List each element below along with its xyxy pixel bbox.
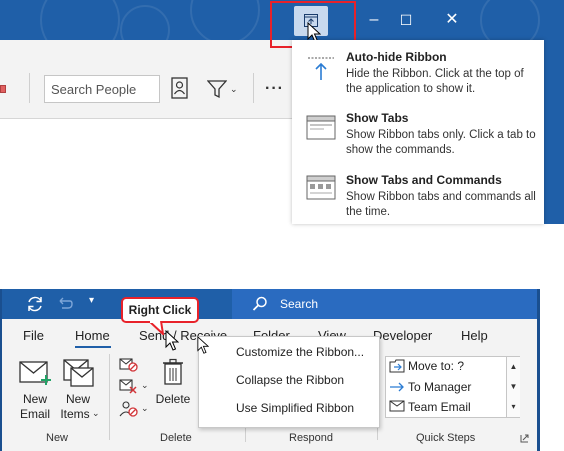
ignore-icon[interactable] xyxy=(119,356,139,372)
show-tabs-and-commands-title: Show Tabs and Commands xyxy=(346,173,502,187)
send-receive-icon[interactable] xyxy=(25,294,45,314)
trash-icon xyxy=(163,358,183,385)
new-email-label-line2: Email xyxy=(19,407,50,421)
new-group-label: New xyxy=(46,432,69,444)
tab-home[interactable]: Home xyxy=(75,328,110,343)
quick-step-label: To Manager xyxy=(408,380,472,394)
junk-icon[interactable] xyxy=(119,400,139,418)
filter-icon[interactable] xyxy=(207,79,227,99)
forward-arrow-icon xyxy=(390,382,404,392)
search-people-input[interactable]: Search People xyxy=(44,75,160,103)
active-tab-indicator xyxy=(75,346,111,348)
mouse-pointer-icon xyxy=(197,336,209,354)
toolbar-separator xyxy=(253,73,254,103)
delete-label: Delete xyxy=(155,392,191,406)
new-email-icon xyxy=(19,361,51,385)
quick-step-label: Team Email xyxy=(408,400,471,414)
show-tabs-description: Show Ribbon tabs only. Click a tab to sh… xyxy=(346,129,536,156)
gallery-scroll-up-button[interactable]: ▲ xyxy=(506,357,520,377)
chevron-down-icon[interactable]: ⌄ xyxy=(141,380,149,391)
new-email-label-line1: New xyxy=(22,392,47,406)
chevron-down-icon: ⌄ xyxy=(92,408,100,418)
dialog-launcher-icon[interactable] xyxy=(520,434,529,443)
minimize-button[interactable]: – xyxy=(359,6,389,34)
clean-up-icon[interactable] xyxy=(119,378,139,394)
new-items-label-line2: Items xyxy=(60,407,90,421)
delete-group-label: Delete xyxy=(160,432,192,444)
auto-hide-ribbon-description: Hide the Ribbon. Click at the top of the… xyxy=(346,68,524,95)
more-options-icon[interactable]: ··· xyxy=(265,80,284,98)
new-items-icon xyxy=(63,359,94,387)
search-bar[interactable] xyxy=(232,289,537,319)
search-label: Search xyxy=(280,297,319,311)
search-icon[interactable] xyxy=(252,296,268,312)
window-edge xyxy=(537,289,540,451)
minimize-icon: – xyxy=(369,11,379,28)
group-separator xyxy=(109,354,110,440)
menu-item-use-simplified-ribbon[interactable]: Use Simplified Ribbon xyxy=(236,401,354,415)
window-edge xyxy=(544,40,564,224)
gallery-scroll-down-button[interactable]: ▼ xyxy=(506,377,520,397)
quick-steps-group-label: Quick Steps xyxy=(416,432,476,444)
show-tabs-and-commands-icon xyxy=(306,175,336,200)
category-color-icon xyxy=(0,85,6,93)
undo-icon[interactable] xyxy=(57,296,73,310)
maximize-button[interactable]: ☐ xyxy=(391,6,421,34)
tab-developer[interactable]: Developer xyxy=(373,328,432,343)
menu-item-collapse-ribbon[interactable]: Collapse the Ribbon xyxy=(236,373,344,387)
close-icon: ✕ xyxy=(445,11,459,28)
titlebar-decoration xyxy=(120,5,170,40)
move-to-icon xyxy=(389,359,405,373)
chevron-down-icon[interactable]: ⌄ xyxy=(141,403,149,414)
auto-hide-ribbon-title: Auto-hide Ribbon xyxy=(346,50,447,64)
address-book-icon[interactable] xyxy=(171,77,189,99)
quick-step-label: Move to: ? xyxy=(408,359,465,373)
gallery-more-button[interactable]: ▾ xyxy=(506,397,520,417)
chevron-down-icon[interactable]: ⌄ xyxy=(230,84,238,95)
maximize-icon: ☐ xyxy=(399,12,413,28)
menu-item-customize-ribbon[interactable]: Customize the Ribbon... xyxy=(236,345,364,359)
toolbar-separator xyxy=(29,73,30,103)
respond-group-label: Respond xyxy=(289,432,334,444)
tab-file[interactable]: File xyxy=(23,328,44,343)
titlebar-decoration xyxy=(190,0,260,40)
titlebar-decoration xyxy=(40,0,120,40)
auto-hide-ribbon-icon xyxy=(308,57,334,80)
customize-quick-access-icon[interactable]: ▾ xyxy=(89,295,94,306)
tab-help[interactable]: Help xyxy=(461,328,488,343)
show-tabs-title: Show Tabs xyxy=(346,111,409,125)
titlebar-decoration xyxy=(480,0,540,40)
window-edge xyxy=(0,289,2,451)
new-items-label-line1: New xyxy=(65,392,90,406)
show-tabs-icon xyxy=(306,115,336,140)
ribbon-display-options-menu: Auto-hide Ribbon Hide the Ribbon. Click … xyxy=(292,40,544,224)
ribbon-context-menu: Customize the Ribbon... Collapse the Rib… xyxy=(198,336,380,428)
mouse-pointer-icon xyxy=(165,330,179,351)
right-click-callout: Right Click xyxy=(121,297,199,323)
show-tabs-and-commands-description: Show Ribbon tabs and commands all the ti… xyxy=(346,191,536,218)
team-email-icon xyxy=(389,400,405,412)
content-area xyxy=(0,119,292,224)
close-button[interactable]: ✕ xyxy=(437,6,467,34)
